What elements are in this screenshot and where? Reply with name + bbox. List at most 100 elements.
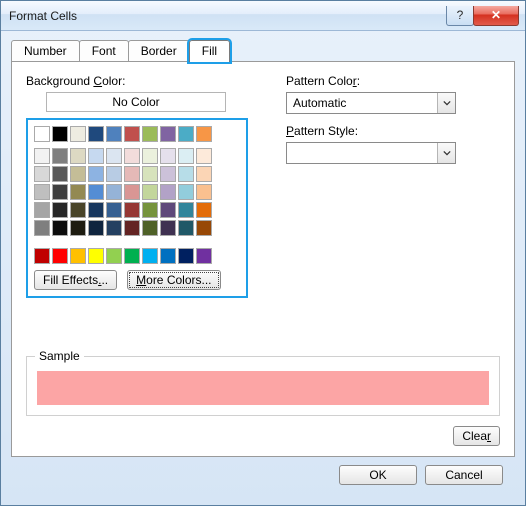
color-swatch[interactable] [160,166,176,182]
color-swatch[interactable] [52,148,68,164]
color-swatch[interactable] [142,166,158,182]
clear-button[interactable]: Clear [453,426,500,446]
color-swatch[interactable] [124,148,140,164]
color-swatch[interactable] [178,148,194,164]
tab-number[interactable]: Number [11,40,80,61]
ok-button[interactable]: OK [339,465,417,485]
color-swatch[interactable] [52,166,68,182]
color-swatch[interactable] [124,202,140,218]
color-swatch[interactable] [34,148,50,164]
color-swatch[interactable] [34,202,50,218]
color-swatch[interactable] [70,202,86,218]
sample-section: Sample Clear [26,348,500,446]
no-color-button[interactable]: No Color [46,92,226,112]
close-button[interactable]: ✕ [473,6,519,26]
color-swatch[interactable] [196,126,212,142]
color-swatch[interactable] [52,248,68,264]
button-label: Clear [462,429,491,443]
color-swatch[interactable] [52,126,68,142]
color-swatch[interactable] [70,166,86,182]
cancel-button[interactable]: Cancel [425,465,503,485]
color-swatch[interactable] [106,126,122,142]
color-swatch[interactable] [88,166,104,182]
help-button[interactable]: ? [446,6,474,26]
color-swatch[interactable] [196,184,212,200]
color-swatch[interactable] [160,148,176,164]
color-swatch[interactable] [70,220,86,236]
color-swatch[interactable] [34,166,50,182]
sample-label: Sample [35,349,84,363]
color-swatch[interactable] [70,126,86,142]
pattern-color-select[interactable]: Automatic [286,92,456,114]
color-swatch[interactable] [124,184,140,200]
chevron-down-icon [437,93,455,113]
fill-effects-button[interactable]: Fill Effects... [34,270,117,290]
color-swatch[interactable] [142,220,158,236]
color-swatch[interactable] [34,184,50,200]
color-swatch[interactable] [34,126,50,142]
color-swatch[interactable] [106,148,122,164]
tab-border[interactable]: Border [128,40,190,61]
pattern-color-value: Automatic [293,96,346,110]
color-swatch[interactable] [142,184,158,200]
tab-font[interactable]: Font [79,40,129,61]
color-swatch[interactable] [196,148,212,164]
color-swatch[interactable] [124,126,140,142]
color-swatch[interactable] [196,220,212,236]
pattern-section: Pattern Color: Automatic Pattern Style: [286,74,500,298]
color-swatch[interactable] [34,248,50,264]
more-colors-button[interactable]: More Colors... [127,270,220,290]
no-color-label: No Color [112,95,159,109]
color-swatch[interactable] [196,248,212,264]
color-swatch[interactable] [88,184,104,200]
color-swatch[interactable] [106,220,122,236]
close-icon: ✕ [491,8,501,22]
color-swatch[interactable] [106,248,122,264]
color-swatch[interactable] [142,126,158,142]
color-swatch[interactable] [106,184,122,200]
color-swatch[interactable] [178,248,194,264]
tab-fill[interactable]: Fill [189,40,230,62]
color-swatch[interactable] [124,220,140,236]
color-swatch[interactable] [178,166,194,182]
color-swatch[interactable] [196,202,212,218]
pattern-style-select[interactable] [286,142,456,164]
color-swatch[interactable] [88,126,104,142]
color-swatch[interactable] [178,220,194,236]
color-swatch[interactable] [178,126,194,142]
color-swatch[interactable] [160,126,176,142]
background-color-section: Background Color: No Color Fill Effects.… [26,74,256,298]
chevron-down-icon [437,143,455,163]
color-swatch[interactable] [70,184,86,200]
color-swatch[interactable] [88,220,104,236]
dialog-content: Number Font Border Fill Background Color… [1,31,525,505]
background-color-label: Background Color: [26,74,256,88]
color-swatch[interactable] [196,166,212,182]
color-swatch[interactable] [52,220,68,236]
color-swatch[interactable] [124,248,140,264]
color-swatch[interactable] [124,166,140,182]
color-swatch[interactable] [52,202,68,218]
color-swatch[interactable] [88,148,104,164]
color-swatch[interactable] [34,220,50,236]
tabstrip: Number Font Border Fill [11,39,515,61]
color-swatch[interactable] [142,202,158,218]
color-swatch[interactable] [178,184,194,200]
color-swatch[interactable] [142,248,158,264]
window-title: Format Cells [9,9,447,23]
color-swatch[interactable] [70,248,86,264]
window-buttons: ? ✕ [447,6,519,26]
color-swatch[interactable] [160,184,176,200]
color-swatch[interactable] [160,220,176,236]
color-swatch[interactable] [106,166,122,182]
color-swatch[interactable] [106,202,122,218]
color-swatch[interactable] [178,202,194,218]
color-swatch[interactable] [142,148,158,164]
color-swatch[interactable] [160,202,176,218]
color-swatch[interactable] [88,248,104,264]
color-swatch[interactable] [88,202,104,218]
color-swatch[interactable] [160,248,176,264]
button-label: More Colors... [136,273,211,287]
color-swatch[interactable] [52,184,68,200]
color-swatch[interactable] [70,148,86,164]
